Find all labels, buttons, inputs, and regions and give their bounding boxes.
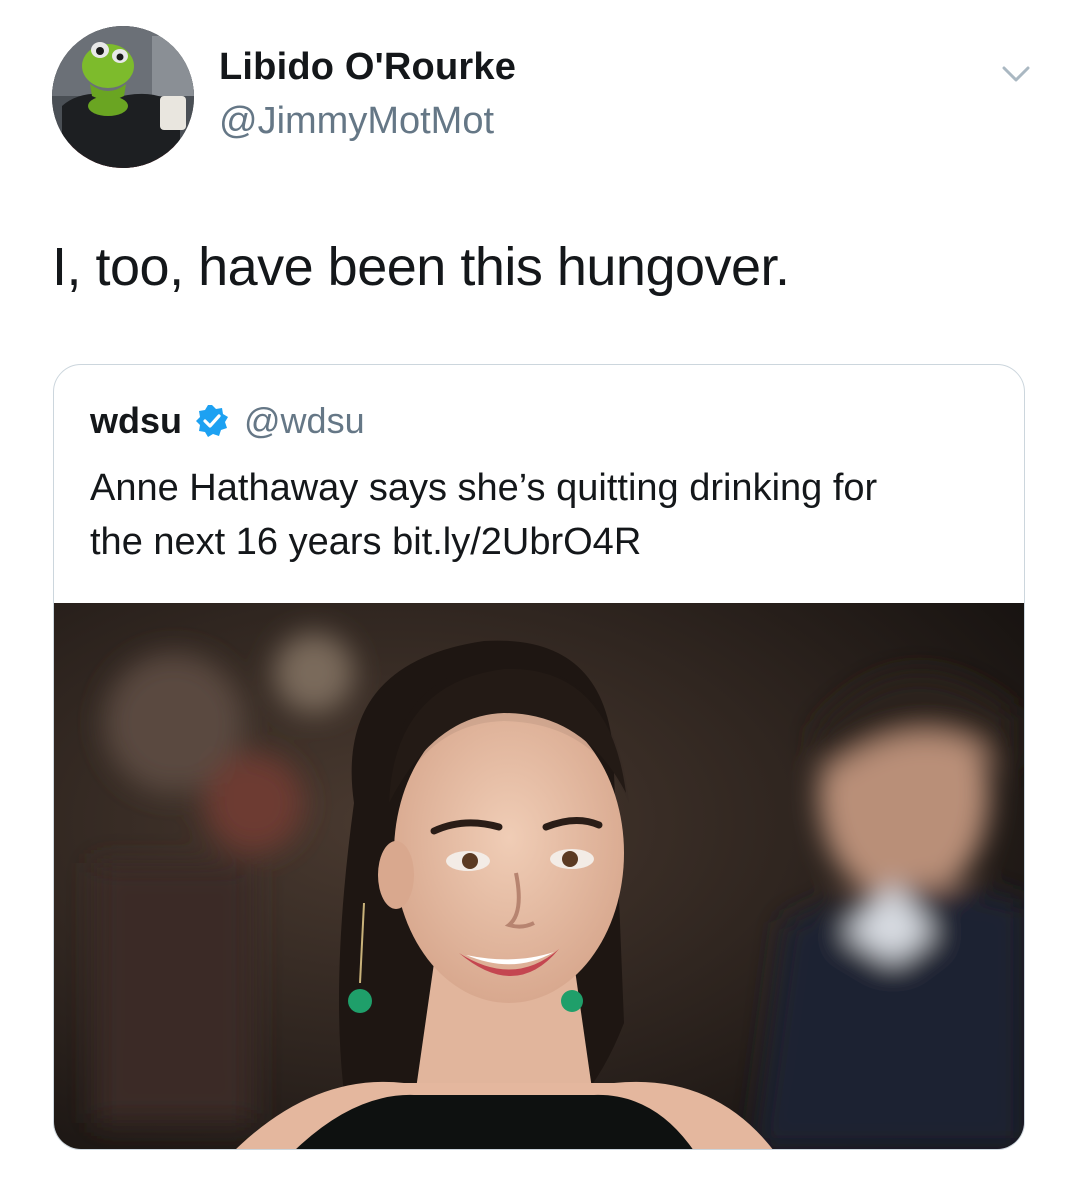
quoted-tweet-photo[interactable] xyxy=(54,603,1024,1149)
quoted-tweet-header: wdsu @wdsu xyxy=(90,400,365,442)
author-handle[interactable]: @JimmyMotMot xyxy=(219,100,494,143)
author-display-name[interactable]: Libido O'Rourke xyxy=(219,46,516,89)
quoted-text-line-1: Anne Hathaway says she’s quitting drinki… xyxy=(90,467,878,509)
author-avatar[interactable] xyxy=(52,26,194,168)
verified-badge-icon xyxy=(196,405,229,437)
quoted-handle[interactable]: @wdsu xyxy=(244,400,365,442)
tweet-text: I, too, have been this hungover. xyxy=(52,237,790,297)
quoted-display-name[interactable]: wdsu xyxy=(90,400,182,442)
quoted-text-line-2[interactable]: the next 16 years bit.ly/2UbrO4R xyxy=(90,515,990,569)
chevron-down-icon[interactable] xyxy=(1000,62,1032,86)
kermit-avatar-icon xyxy=(52,26,194,168)
quoted-tweet-text: Anne Hathaway says she’s quitting drinki… xyxy=(90,461,990,569)
woman-smiling-photo-icon xyxy=(54,603,1024,1149)
quoted-tweet-card[interactable]: wdsu @wdsu Anne Hathaway says she’s quit… xyxy=(53,364,1025,1150)
